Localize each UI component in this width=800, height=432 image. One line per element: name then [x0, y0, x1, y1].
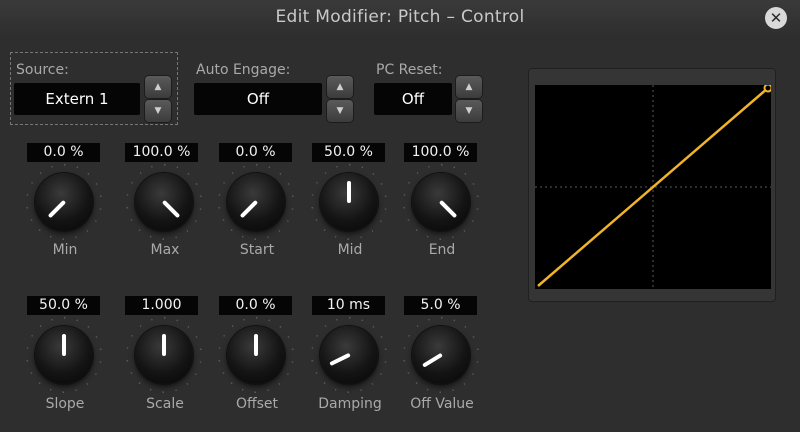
- down-arrow-icon: ▼: [336, 106, 344, 116]
- window-title: Edit Modifier: Pitch – Control: [275, 7, 525, 27]
- max-knob[interactable]: [135, 173, 193, 231]
- end-label: End: [428, 242, 456, 258]
- damping-knob[interactable]: [320, 326, 378, 384]
- down-arrow-icon: ▼: [154, 106, 162, 116]
- min-knob[interactable]: [35, 173, 93, 231]
- off-value-knob[interactable]: [412, 326, 470, 384]
- offset-label: Offset: [235, 396, 279, 412]
- auto-engage-up-button[interactable]: ▲: [327, 76, 353, 98]
- knob-needle: [62, 334, 66, 356]
- damping-label: Damping: [318, 396, 382, 412]
- up-arrow-icon: ▲: [336, 82, 344, 92]
- knob-needle: [47, 199, 67, 219]
- knob-needle: [254, 334, 258, 356]
- knob-needle: [422, 352, 443, 368]
- scale-value: 1.000: [125, 296, 198, 315]
- up-arrow-icon: ▲: [465, 82, 473, 92]
- curve-endpoint-handle[interactable]: [763, 85, 772, 93]
- slope-knob[interactable]: [35, 326, 93, 384]
- knob-needle: [329, 352, 351, 367]
- source-down-button[interactable]: ▼: [145, 100, 171, 122]
- start-value: 0.0 %: [219, 143, 292, 162]
- title-bar: Edit Modifier: Pitch – Control ✕: [0, 0, 800, 36]
- pc-reset-field[interactable]: Off: [374, 83, 452, 115]
- close-icon: ✕: [769, 9, 783, 27]
- slope-value: 50.0 %: [27, 296, 100, 315]
- down-arrow-icon: ▼: [465, 106, 473, 116]
- off-value-label: Off Value: [410, 396, 474, 412]
- max-label: Max: [150, 242, 180, 258]
- auto-engage-down-button[interactable]: ▼: [327, 100, 353, 122]
- min-label: Min: [52, 242, 78, 258]
- pc-reset-down-button[interactable]: ▼: [456, 100, 482, 122]
- knob-needle: [239, 199, 259, 219]
- offset-knob[interactable]: [227, 326, 285, 384]
- edit-modifier-window: Edit Modifier: Pitch – Control ✕ Source:…: [0, 0, 800, 432]
- knob-needle: [161, 199, 181, 219]
- knob-needle: [162, 334, 166, 356]
- scale-knob[interactable]: [135, 326, 193, 384]
- end-knob[interactable]: [412, 173, 470, 231]
- off-value-value: 5.0 %: [404, 296, 477, 315]
- end-value: 100.0 %: [404, 143, 477, 162]
- close-button[interactable]: ✕: [765, 7, 787, 29]
- pc-reset-up-button[interactable]: ▲: [456, 76, 482, 98]
- start-knob[interactable]: [227, 173, 285, 231]
- damping-value: 10 ms: [312, 296, 385, 315]
- mid-label: Mid: [337, 242, 363, 258]
- curve-graph[interactable]: [535, 85, 771, 289]
- min-value: 0.0 %: [27, 143, 100, 162]
- knob-needle: [438, 199, 458, 219]
- source-field[interactable]: Extern 1: [14, 83, 140, 115]
- max-value: 100.0 %: [125, 143, 198, 162]
- mid-value: 50.0 %: [312, 143, 385, 162]
- scale-label: Scale: [146, 396, 184, 412]
- pc-reset-label: PC Reset:: [376, 62, 443, 78]
- source-label: Source:: [16, 62, 69, 78]
- auto-engage-field[interactable]: Off: [194, 83, 322, 115]
- offset-value: 0.0 %: [219, 296, 292, 315]
- knob-needle: [347, 181, 351, 203]
- mid-knob[interactable]: [320, 173, 378, 231]
- source-up-button[interactable]: ▲: [145, 76, 171, 98]
- up-arrow-icon: ▲: [154, 82, 162, 92]
- slope-label: Slope: [45, 396, 85, 412]
- start-label: Start: [239, 242, 275, 258]
- auto-engage-label: Auto Engage:: [196, 62, 291, 78]
